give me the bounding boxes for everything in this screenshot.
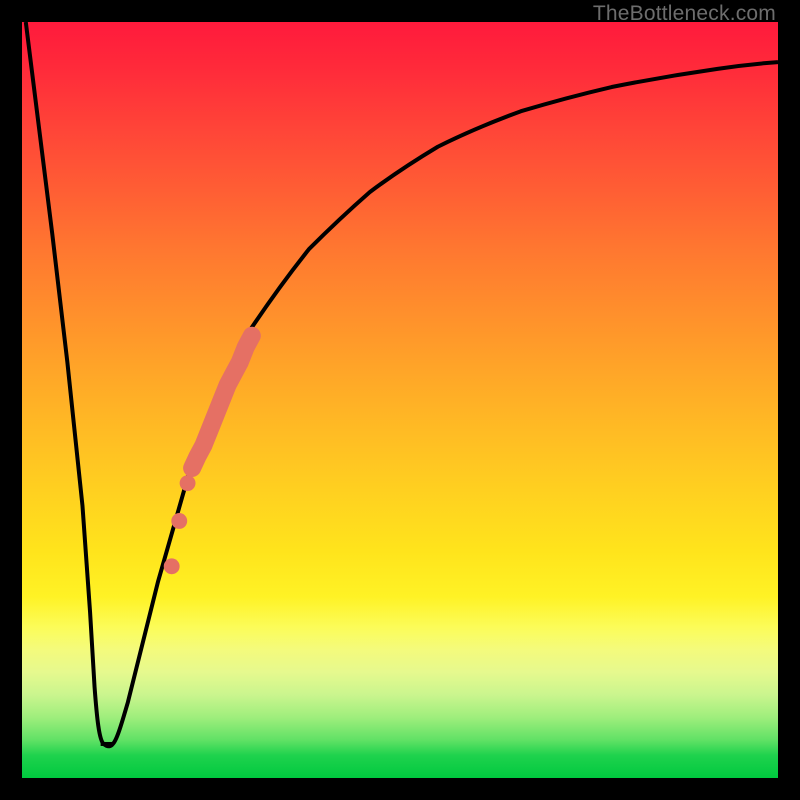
marker-dot xyxy=(164,558,180,574)
curve-left-branch xyxy=(26,22,113,746)
marker-bar xyxy=(192,336,252,468)
chart-frame: TheBottleneck.com xyxy=(0,0,800,800)
marker-dot xyxy=(180,475,196,491)
chart-svg xyxy=(22,22,778,778)
marker-dot xyxy=(171,513,187,529)
plot-area xyxy=(22,22,778,778)
